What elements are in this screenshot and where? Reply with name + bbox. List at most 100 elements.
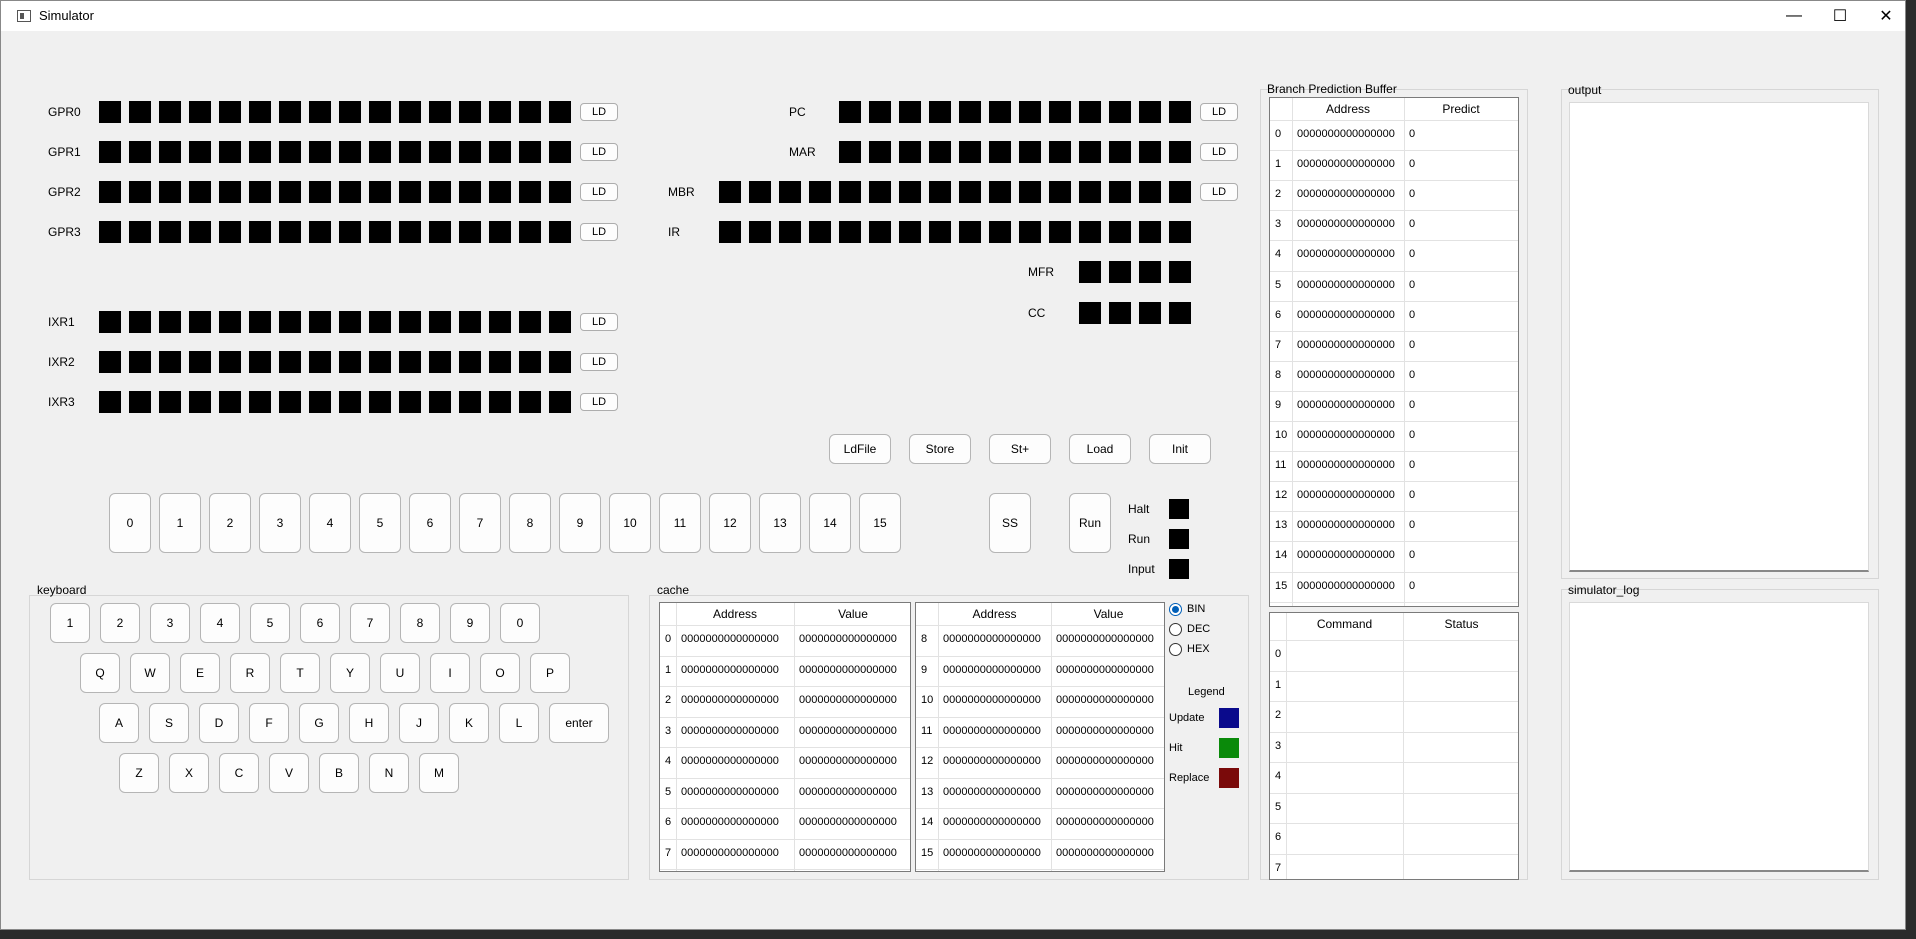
- cache-table-right-cell[interactable]: 0000000000000000: [1056, 725, 1154, 737]
- radix-hex-label[interactable]: HEX: [1187, 643, 1210, 655]
- switch-11-button[interactable]: 11: [659, 493, 701, 553]
- gpr2-ld-button[interactable]: LD: [580, 183, 618, 201]
- key-b-button[interactable]: B: [319, 753, 359, 793]
- key-d-button[interactable]: D: [199, 703, 239, 743]
- key-v-button[interactable]: V: [269, 753, 309, 793]
- cache-table-right-cell[interactable]: 0000000000000000: [1056, 786, 1154, 798]
- close-button[interactable]: ✕: [1863, 1, 1909, 31]
- cache-table-right-cell[interactable]: 0000000000000000: [1056, 816, 1154, 828]
- cache-table-right-header-2[interactable]: Value: [1051, 607, 1164, 621]
- bpb-table-cell[interactable]: 0: [1409, 369, 1415, 381]
- switch-6-button[interactable]: 6: [409, 493, 451, 553]
- cache-table-right-cell[interactable]: 10: [921, 694, 933, 706]
- cache-table-right-cell[interactable]: 11: [921, 725, 932, 737]
- cache-table-right-cell[interactable]: 0000000000000000: [943, 694, 1041, 706]
- key-s-button[interactable]: S: [149, 703, 189, 743]
- bpb-table-cell[interactable]: 8: [1275, 369, 1281, 381]
- key-r-button[interactable]: R: [230, 653, 270, 693]
- cache-table-right-header-1[interactable]: Address: [938, 607, 1051, 621]
- bpb-table-cell[interactable]: 7: [1275, 339, 1281, 351]
- bpb-table-cell[interactable]: 13: [1275, 519, 1287, 531]
- bpb-table-cell[interactable]: 0000000000000000: [1297, 489, 1395, 501]
- key-n-button[interactable]: N: [369, 753, 409, 793]
- cache-table-left-cell[interactable]: 0000000000000000: [681, 755, 779, 767]
- cache-table-right-cell[interactable]: 0000000000000000: [1056, 633, 1154, 645]
- key-j-button[interactable]: J: [399, 703, 439, 743]
- key-m-button[interactable]: M: [419, 753, 459, 793]
- key-p-button[interactable]: P: [530, 653, 570, 693]
- key-o-button[interactable]: O: [480, 653, 520, 693]
- key-a-button[interactable]: A: [99, 703, 139, 743]
- cache-table-left-cell[interactable]: 0000000000000000: [681, 725, 779, 737]
- ixr2-ld-button[interactable]: LD: [580, 353, 618, 371]
- key-y-button[interactable]: Y: [330, 653, 370, 693]
- bpb-table-cell[interactable]: 0000000000000000: [1297, 248, 1395, 260]
- bpb-table-cell[interactable]: 0: [1409, 158, 1415, 170]
- simulator-log-textarea[interactable]: [1569, 602, 1869, 872]
- cache-table-left-cell[interactable]: 0000000000000000: [799, 755, 897, 767]
- key-g-button[interactable]: G: [299, 703, 339, 743]
- radix-bin-label[interactable]: BIN: [1187, 603, 1205, 615]
- bpb-table-cell[interactable]: 0: [1409, 399, 1415, 411]
- command-table-header-1[interactable]: Command: [1286, 617, 1403, 631]
- cache-table-left-cell[interactable]: 0000000000000000: [799, 847, 897, 859]
- cache-table-left-header-2[interactable]: Value: [794, 607, 910, 621]
- cache-table-left-cell[interactable]: 5: [665, 786, 671, 798]
- bpb-table-cell[interactable]: 10: [1275, 429, 1287, 441]
- radix-bin-radio[interactable]: [1169, 603, 1182, 616]
- cache-table-right-cell[interactable]: 0000000000000000: [943, 786, 1041, 798]
- load-button[interactable]: Load: [1069, 434, 1131, 464]
- bpb-table-cell[interactable]: 0: [1409, 580, 1415, 592]
- command-table-cell[interactable]: 6: [1275, 831, 1281, 843]
- cache-table-right-cell[interactable]: 15: [921, 847, 933, 859]
- bpb-table-cell[interactable]: 0000000000000000: [1297, 580, 1395, 592]
- pc-ld-button[interactable]: LD: [1200, 103, 1238, 121]
- command-table-cell[interactable]: 5: [1275, 801, 1281, 813]
- key-i-button[interactable]: I: [430, 653, 470, 693]
- switch-4-button[interactable]: 4: [309, 493, 351, 553]
- key-c-button[interactable]: C: [219, 753, 259, 793]
- cache-table-left[interactable]: Address Value 0 000000000000000 0 00000000000…: [659, 602, 911, 872]
- switch-1-button[interactable]: 1: [159, 493, 201, 553]
- switch-2-button[interactable]: 2: [209, 493, 251, 553]
- gpr1-ld-button[interactable]: LD: [580, 143, 618, 161]
- cache-table-right-cell[interactable]: 0000000000000000: [1056, 694, 1154, 706]
- cache-table-right-cell[interactable]: 12: [921, 755, 933, 767]
- bpb-table-cell[interactable]: 12: [1275, 489, 1287, 501]
- switch-15-button[interactable]: 15: [859, 493, 901, 553]
- bpb-table-cell[interactable]: 0: [1409, 218, 1415, 230]
- switch-13-button[interactable]: 13: [759, 493, 801, 553]
- bpb-table-cell[interactable]: 0000000000000000: [1297, 369, 1395, 381]
- bpb-table-cell[interactable]: 0: [1409, 489, 1415, 501]
- command-table-cell[interactable]: 1: [1275, 679, 1281, 691]
- bpb-table-cell[interactable]: 0000000000000000: [1297, 339, 1395, 351]
- ixr3-ld-button[interactable]: LD: [580, 393, 618, 411]
- key-k-button[interactable]: K: [449, 703, 489, 743]
- ldfile-button[interactable]: LdFile: [829, 434, 891, 464]
- cache-table-right-cell[interactable]: 0000000000000000: [943, 633, 1041, 645]
- maximize-button[interactable]: ☐: [1817, 1, 1863, 31]
- key-z-button[interactable]: Z: [119, 753, 159, 793]
- title-bar[interactable]: Simulator — ☐ ✕: [1, 1, 1905, 31]
- minimize-button[interactable]: —: [1771, 1, 1817, 31]
- key-3-button[interactable]: 3: [150, 603, 190, 643]
- cache-table-right[interactable]: Address Value 8 0000000000000000 00000000000…: [915, 602, 1165, 872]
- key-2-button[interactable]: 2: [100, 603, 140, 643]
- bpb-table-cell[interactable]: 0: [1409, 248, 1415, 260]
- command-table-cell[interactable]: 7: [1275, 862, 1281, 874]
- cache-table-left-cell[interactable]: 0000000000000000: [799, 664, 897, 676]
- bpb-table-cell[interactable]: 0: [1409, 279, 1415, 291]
- cache-table-left-cell[interactable]: 2: [665, 694, 671, 706]
- key-h-button[interactable]: H: [349, 703, 389, 743]
- cache-table-left-header-1[interactable]: Address: [676, 607, 794, 621]
- switch-10-button[interactable]: 10: [609, 493, 651, 553]
- cache-table-left-cell[interactable]: 0000000000000000: [681, 816, 779, 828]
- key-w-button[interactable]: W: [130, 653, 170, 693]
- bpb-table-cell[interactable]: 2: [1275, 188, 1281, 200]
- bpb-table-header-1[interactable]: Address: [1292, 102, 1404, 116]
- cache-table-right-cell[interactable]: 13: [921, 786, 933, 798]
- switch-5-button[interactable]: 5: [359, 493, 401, 553]
- cache-table-left-cell[interactable]: 1: [665, 664, 671, 676]
- cache-table-right-cell[interactable]: 0000000000000000: [1056, 755, 1154, 767]
- cache-table-left-cell[interactable]: 0000000000000000: [681, 633, 779, 645]
